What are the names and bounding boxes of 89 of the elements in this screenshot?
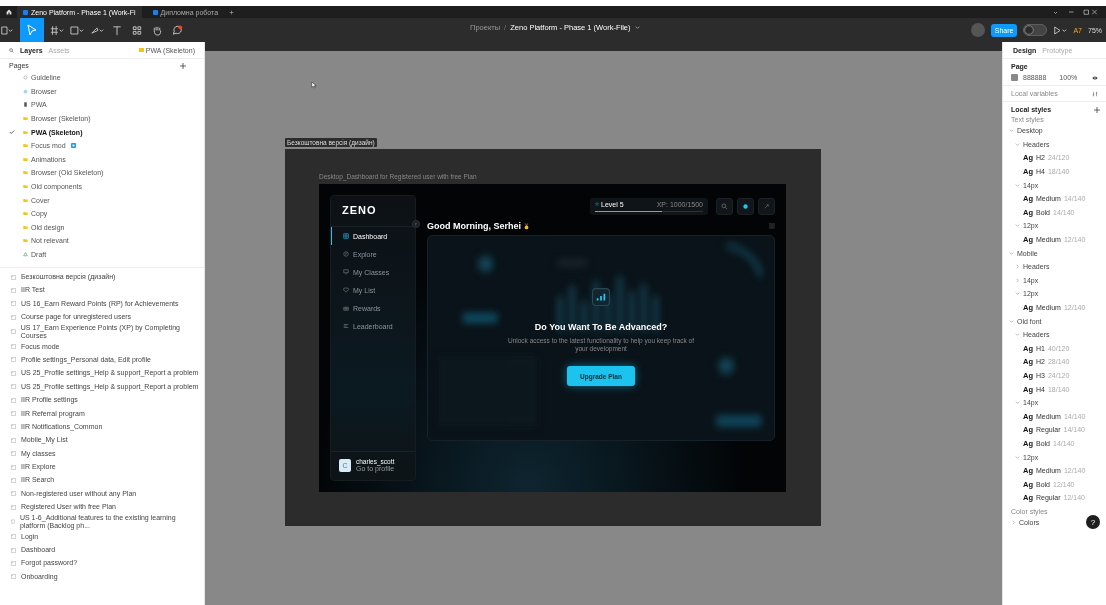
sliders-icon[interactable] <box>1092 90 1098 97</box>
search-icon <box>721 202 728 210</box>
greeting: Good Morning, Serhei <box>427 221 521 231</box>
section-icon <box>11 397 16 403</box>
section-icon <box>11 424 16 430</box>
section-icon <box>11 574 16 580</box>
caret-icon[interactable] <box>1009 318 1014 324</box>
caret-icon[interactable] <box>1011 519 1016 525</box>
plus-icon[interactable] <box>229 9 235 15</box>
collapse-toggle-icon[interactable] <box>412 220 420 228</box>
section-icon <box>11 464 16 470</box>
play-icon[interactable] <box>1053 24 1068 36</box>
caret-icon[interactable] <box>1015 182 1020 188</box>
section-icon <box>11 519 15 525</box>
caret-icon[interactable] <box>1015 291 1020 297</box>
section-icon <box>11 314 16 320</box>
section-icon <box>11 560 16 566</box>
folder-icon <box>23 116 28 122</box>
medal-icon <box>524 222 529 230</box>
move-tool-icon[interactable] <box>20 18 44 42</box>
logo: ZENO <box>341 203 378 218</box>
dot-icon <box>742 202 749 210</box>
checkmark-icon <box>9 129 15 136</box>
cursor-icon <box>311 81 317 89</box>
resources-icon[interactable] <box>130 24 144 36</box>
recycle-icon <box>23 252 28 257</box>
globe-icon <box>23 88 28 94</box>
caret-icon[interactable] <box>1015 454 1020 460</box>
avatar[interactable] <box>970 23 985 37</box>
folder-icon <box>23 197 28 203</box>
section-icon <box>11 287 16 293</box>
caret-icon[interactable] <box>1009 250 1014 256</box>
gift-icon <box>343 305 349 311</box>
folder-icon <box>23 156 28 162</box>
plus-icon[interactable] <box>1094 106 1100 113</box>
search-icon[interactable] <box>9 47 14 53</box>
dev-mode-toggle-icon[interactable] <box>1023 24 1048 36</box>
text-tool-icon[interactable] <box>110 24 124 36</box>
section-icon <box>11 329 16 335</box>
phone-icon <box>23 102 28 108</box>
star-icon <box>595 202 599 206</box>
folder-icon <box>23 184 28 190</box>
section-icon <box>11 357 16 363</box>
caret-icon[interactable] <box>1015 277 1020 283</box>
color-swatch[interactable] <box>1011 74 1018 81</box>
folder-icon <box>23 238 28 244</box>
section-icon <box>11 384 16 390</box>
list-icon <box>343 323 349 329</box>
notification-button[interactable] <box>737 197 754 215</box>
section-icon <box>11 491 16 497</box>
comment-icon[interactable] <box>170 24 184 36</box>
home-icon[interactable] <box>6 9 12 15</box>
board-icon <box>343 269 349 275</box>
bar-chart-icon <box>592 288 610 306</box>
section-icon <box>11 301 16 307</box>
frame-tool-icon[interactable] <box>50 24 64 36</box>
caret-icon[interactable] <box>1015 400 1020 406</box>
upgrade-title: Do You Want To Be Advanced? <box>534 322 668 332</box>
folder-icon <box>23 170 28 176</box>
caret-icon[interactable] <box>1015 264 1020 270</box>
section-icon <box>11 370 16 376</box>
main-menu-icon[interactable] <box>0 24 14 36</box>
expand-icon <box>763 202 770 210</box>
shape-tool-icon[interactable] <box>70 24 84 36</box>
section-icon <box>11 451 16 457</box>
pen-tool-icon[interactable] <box>90 24 104 36</box>
section-icon <box>11 344 16 350</box>
section-icon <box>11 534 16 540</box>
section-icon <box>11 274 16 280</box>
folder-icon <box>23 211 28 217</box>
caret-icon[interactable] <box>1015 223 1020 229</box>
caret-icon[interactable] <box>634 25 640 30</box>
section-icon <box>11 477 16 483</box>
eye-icon[interactable] <box>1092 75 1098 80</box>
folder-icon <box>23 143 28 149</box>
caret-icon[interactable] <box>1015 141 1020 147</box>
caret-icon[interactable] <box>1015 332 1020 338</box>
section-icon <box>11 437 16 443</box>
section-icon <box>11 411 16 416</box>
gear-icon <box>23 75 28 81</box>
section-icon <box>11 504 16 510</box>
heart-icon <box>343 287 349 293</box>
folder-icon <box>23 224 28 230</box>
plus-icon[interactable] <box>180 62 186 69</box>
help-button[interactable]: ? <box>1086 515 1100 530</box>
caret-icon[interactable] <box>1009 128 1014 134</box>
folder-icon <box>23 129 28 135</box>
compass-icon <box>343 251 349 257</box>
section-icon <box>11 547 16 553</box>
